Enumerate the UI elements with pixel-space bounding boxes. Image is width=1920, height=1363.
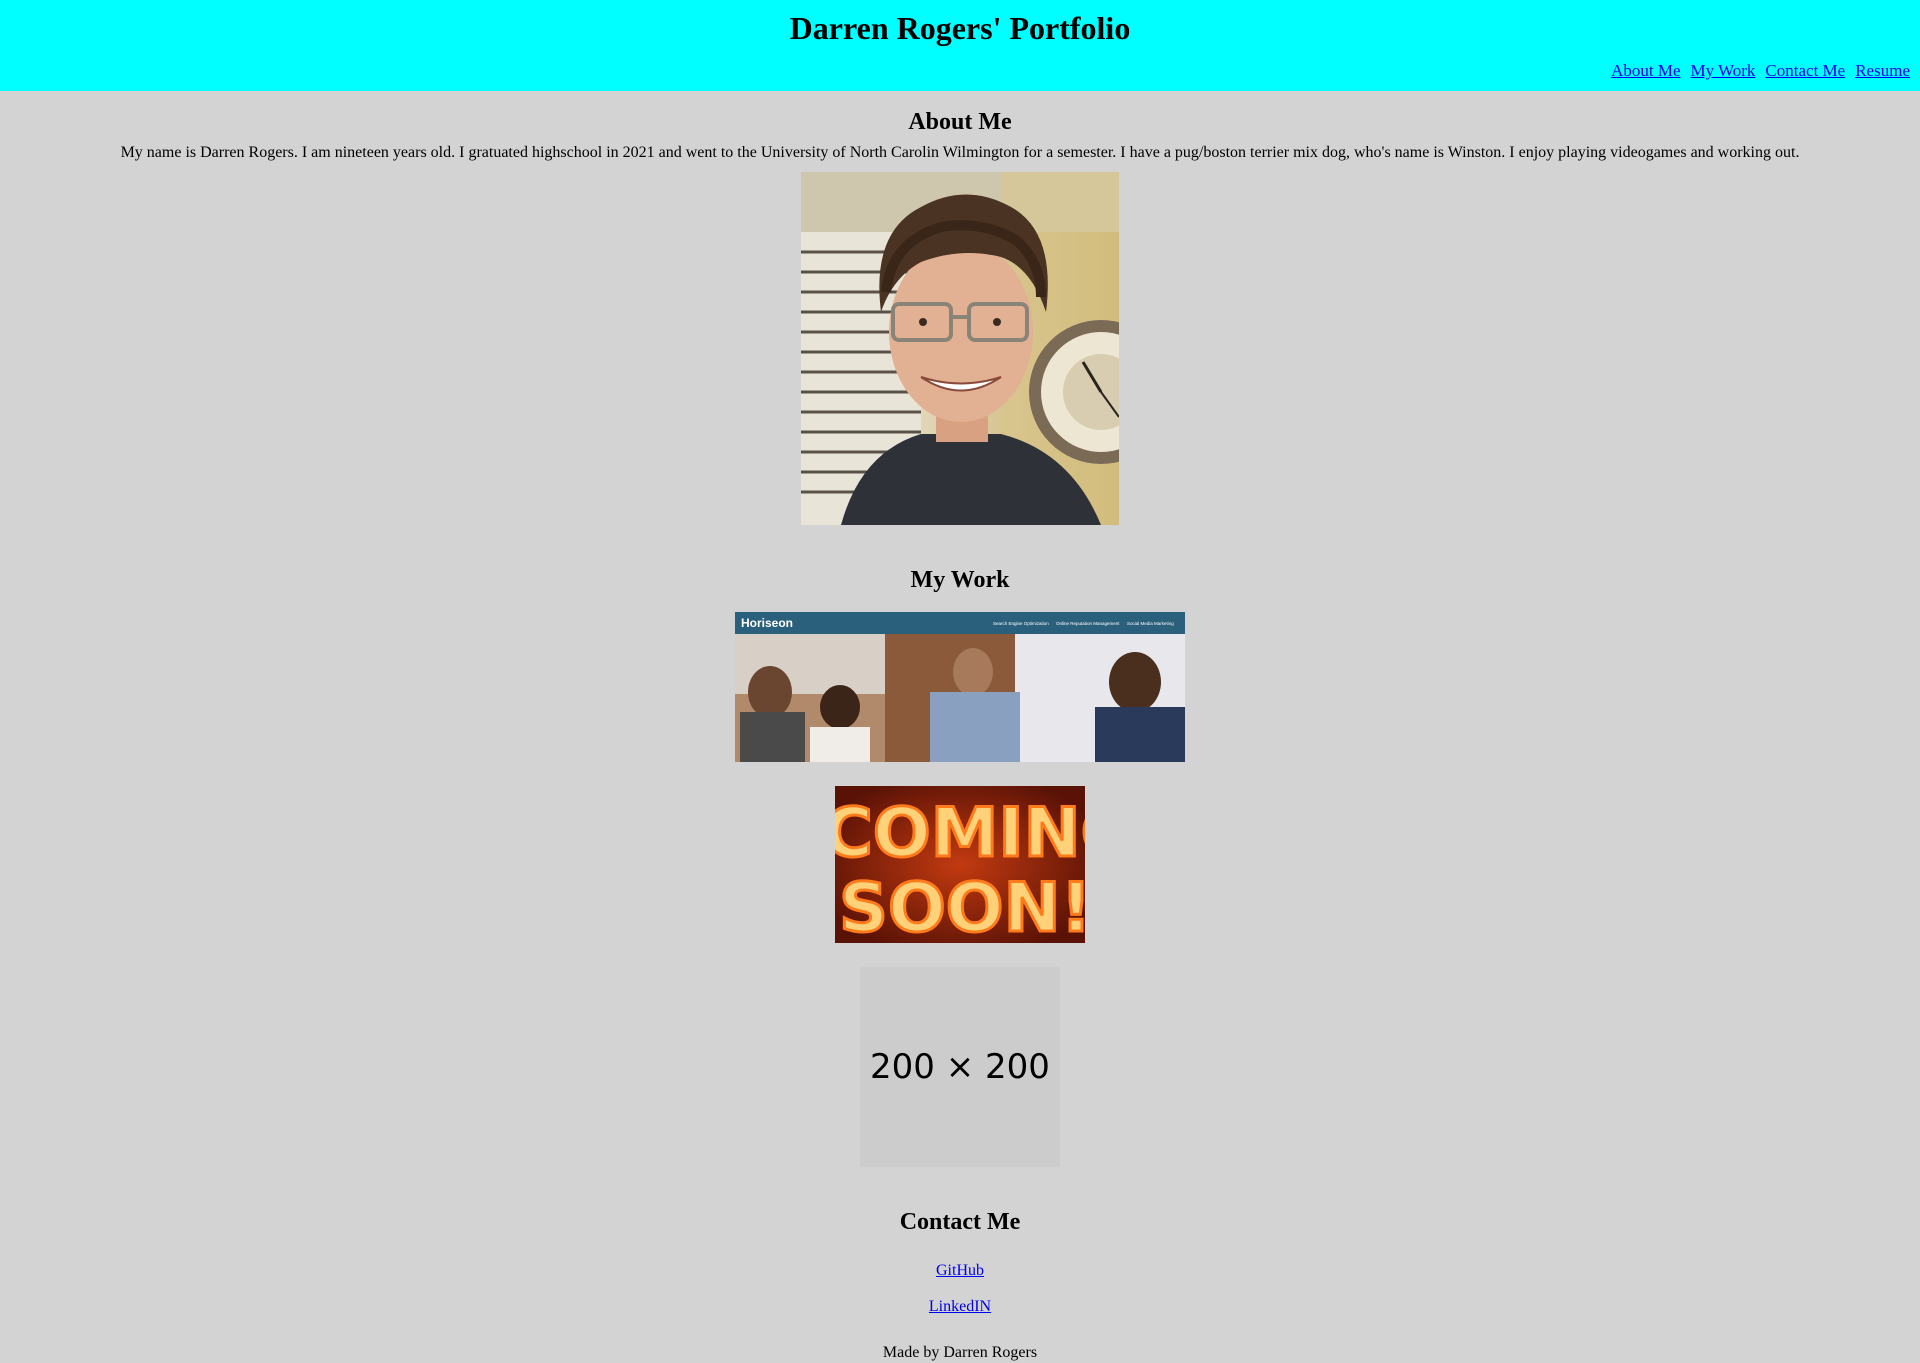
coming-text: COMINC	[835, 794, 1085, 873]
footer-credit: Made by Darren Rogers	[882, 1344, 1038, 1361]
contact-heading: Contact Me	[899, 1209, 1021, 1235]
horiseon-screenshot: Horiseon Search Engine Optimization Onli…	[735, 612, 1185, 762]
portrait-photo	[801, 172, 1119, 525]
site-header: Darren Rogers' Portfolio About Me My Wor…	[0, 0, 1920, 91]
about-text: My name is Darren Rogers. I am nineteen …	[120, 144, 1800, 161]
portrait-illustration	[801, 172, 1119, 525]
coming-soon-neon: COMINC SOON!	[835, 786, 1085, 943]
project-horiseon-image[interactable]: Horiseon Search Engine Optimization Onli…	[735, 612, 1185, 762]
nav-link-about-me[interactable]: About Me	[1611, 61, 1680, 81]
placeholder-label: 200 × 200	[870, 1047, 1050, 1087]
project-placeholder-image[interactable]: 200 × 200	[860, 967, 1060, 1167]
linkedin-link[interactable]: LinkedIN	[929, 1298, 991, 1315]
my-work-heading: My Work	[910, 567, 1010, 593]
nav-link-contact-me[interactable]: Contact Me	[1765, 61, 1845, 81]
contact-item-github: GitHub	[0, 1261, 1920, 1281]
nav-link-my-work[interactable]: My Work	[1691, 61, 1756, 81]
main-nav: About Me My Work Contact Me Resume	[1611, 61, 1910, 81]
site-title: Darren Rogers' Portfolio	[789, 10, 1131, 46]
project-coming-soon-image[interactable]: COMINC SOON!	[835, 786, 1085, 943]
nav-link-resume[interactable]: Resume	[1855, 61, 1910, 81]
horiseon-menu-2: Online Reputation Management	[1056, 621, 1120, 626]
about-heading: About Me	[908, 109, 1012, 135]
soon-text: SOON!	[839, 869, 1085, 943]
horiseon-menu-3: Social Media Marketing	[1127, 621, 1174, 626]
horiseon-brand: Horiseon	[741, 616, 793, 630]
horiseon-menu-1: Search Engine Optimization	[993, 621, 1049, 626]
contact-item-linkedin: LinkedIN	[0, 1297, 1920, 1317]
github-link[interactable]: GitHub	[936, 1262, 984, 1279]
